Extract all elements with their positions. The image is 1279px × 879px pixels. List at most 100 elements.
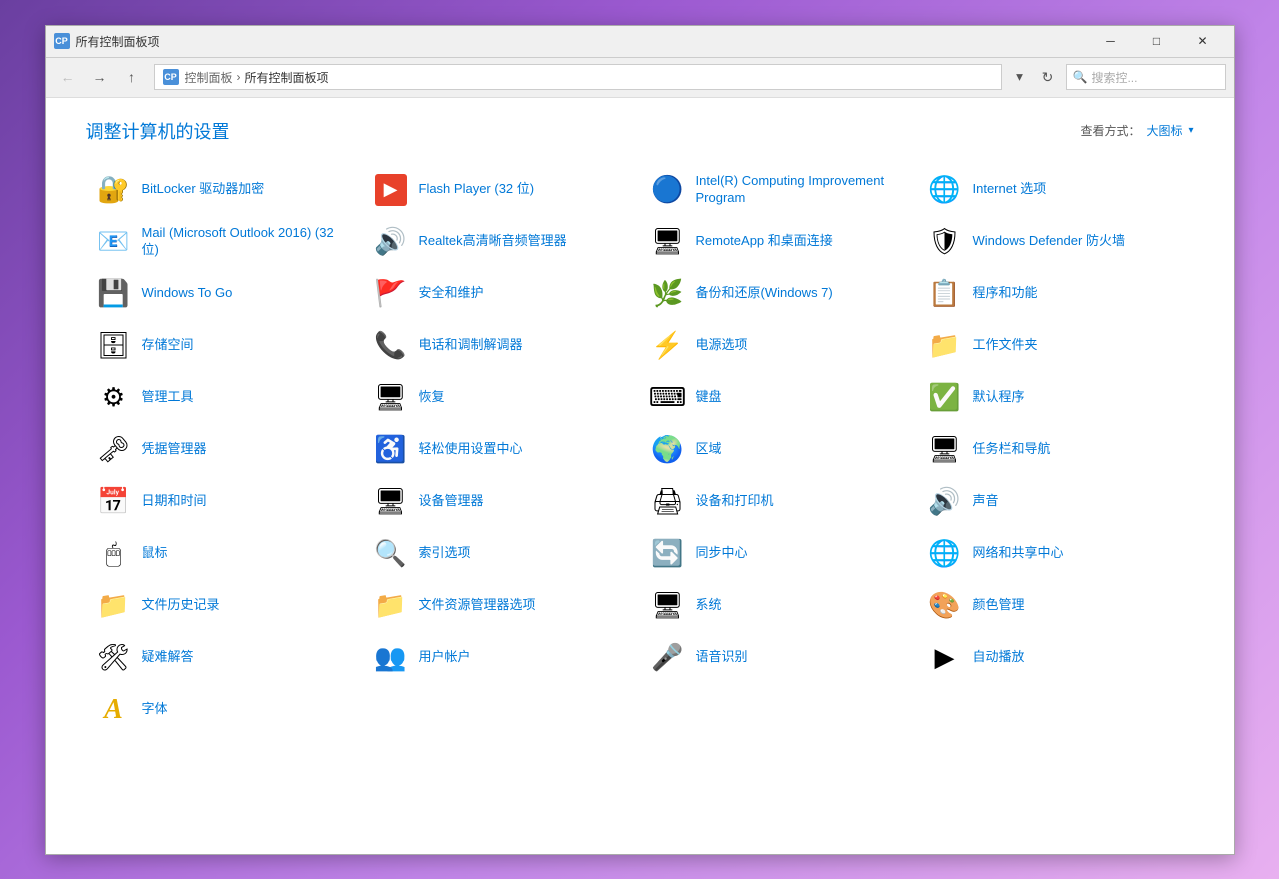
- item-label: 轻松使用设置中心: [419, 441, 523, 458]
- item-label: 文件资源管理器选项: [419, 597, 536, 614]
- breadcrumb-controlpanel[interactable]: 控制面板: [185, 69, 233, 86]
- minimize-button[interactable]: ─: [1088, 25, 1134, 57]
- list-item[interactable]: 🖥 任务栏和导航: [917, 424, 1194, 476]
- item-label: Internet 选项: [973, 181, 1047, 198]
- list-item[interactable]: 📧Mail (Microsoft Outlook 2016) (32 位): [86, 216, 363, 268]
- list-item[interactable]: 🌐Internet 选项: [917, 164, 1194, 216]
- view-mode-button[interactable]: 大图标: [1146, 122, 1182, 139]
- item-label: RemoteApp 和桌面连接: [696, 233, 833, 250]
- list-item[interactable]: ▶ Flash Player (32 位): [363, 164, 640, 216]
- list-item[interactable]: 🔊 声音: [917, 476, 1194, 528]
- list-item[interactable]: ⚡电源选项: [640, 320, 917, 372]
- list-item[interactable]: 📋程序和功能: [917, 268, 1194, 320]
- refresh-button[interactable]: ↻: [1034, 63, 1062, 91]
- list-item[interactable]: 🌿备份和还原(Windows 7): [640, 268, 917, 320]
- item-icon: 👥: [373, 640, 409, 676]
- item-icon: 🖥: [927, 432, 963, 468]
- item-label: 颜色管理: [973, 597, 1025, 614]
- item-icon: 📞: [373, 328, 409, 364]
- item-label: 存储空间: [142, 337, 194, 354]
- content-area: 调整计算机的设置 查看方式： 大图标 ▾ 🔐BitLocker 驱动器加密▶Fl…: [46, 98, 1234, 854]
- item-icon: 📅: [96, 484, 132, 520]
- list-item[interactable]: ⚙管理工具: [86, 372, 363, 424]
- item-label: 键盘: [696, 389, 722, 406]
- search-placeholder: 搜索控...: [1091, 69, 1137, 86]
- item-label: Intel(R) Computing Improvement Program: [696, 173, 907, 207]
- item-label: Flash Player (32 位): [419, 181, 535, 198]
- window-title: 所有控制面板项: [76, 33, 1088, 50]
- list-item[interactable]: 🌍 区域: [640, 424, 917, 476]
- item-icon: ⚡: [650, 328, 686, 364]
- search-icon: 🔍: [1073, 70, 1088, 84]
- item-label: 任务栏和导航: [973, 441, 1051, 458]
- list-item[interactable]: 🖥RemoteApp 和桌面连接: [640, 216, 917, 268]
- item-icon: ▶: [373, 172, 409, 208]
- list-item[interactable]: 📁工作文件夹: [917, 320, 1194, 372]
- list-item[interactable]: ⌨键盘: [640, 372, 917, 424]
- item-icon: 🖨: [650, 484, 686, 520]
- list-item[interactable]: 🖥设备管理器: [363, 476, 640, 528]
- view-options: 查看方式： 大图标 ▾: [1080, 122, 1193, 139]
- item-icon: 📋: [927, 276, 963, 312]
- close-button[interactable]: ✕: [1180, 25, 1226, 57]
- address-bar: CP 控制面板 › 所有控制面板项: [154, 64, 1002, 90]
- list-item[interactable]: 📁文件资源管理器选项: [363, 580, 640, 632]
- list-item[interactable]: 🗄 存储空间: [86, 320, 363, 372]
- list-item[interactable]: ▶自动播放: [917, 632, 1194, 684]
- list-item[interactable]: 🔊 Realtek高清晰音频管理器: [363, 216, 640, 268]
- item-icon: 🔍: [373, 536, 409, 572]
- up-button[interactable]: ↑: [118, 63, 146, 91]
- list-item[interactable]: 💾Windows To Go: [86, 268, 363, 320]
- item-label: 电话和调制解调器: [419, 337, 523, 354]
- list-item[interactable]: 🛡Windows Defender 防火墙: [917, 216, 1194, 268]
- view-chevron-icon[interactable]: ▾: [1188, 125, 1193, 136]
- item-label: BitLocker 驱动器加密: [142, 181, 265, 198]
- list-item[interactable]: A字体: [86, 684, 363, 736]
- list-item[interactable]: 🖥恢复: [363, 372, 640, 424]
- item-label: 日期和时间: [142, 493, 207, 510]
- forward-button[interactable]: →: [86, 63, 114, 91]
- list-item[interactable]: ♿ 轻松使用设置中心: [363, 424, 640, 476]
- list-item[interactable]: 🎤语音识别: [640, 632, 917, 684]
- item-label: 工作文件夹: [973, 337, 1038, 354]
- list-item[interactable]: 🔍索引选项: [363, 528, 640, 580]
- item-label: 自动播放: [973, 649, 1025, 666]
- list-item[interactable]: 🌐网络和共享中心: [917, 528, 1194, 580]
- back-button[interactable]: ←: [54, 63, 82, 91]
- maximize-button[interactable]: □: [1134, 25, 1180, 57]
- list-item[interactable]: 📞 电话和调制解调器: [363, 320, 640, 372]
- item-label: 同步中心: [696, 545, 748, 562]
- search-box[interactable]: 🔍 搜索控...: [1066, 64, 1226, 90]
- list-item[interactable]: 🖱鼠标: [86, 528, 363, 580]
- item-icon: 🖥: [650, 588, 686, 624]
- list-item[interactable]: 🖥系统: [640, 580, 917, 632]
- item-label: 疑难解答: [142, 649, 194, 666]
- list-item[interactable]: 🔐BitLocker 驱动器加密: [86, 164, 363, 216]
- item-icon: 💾: [96, 276, 132, 312]
- list-item[interactable]: 🖨设备和打印机: [640, 476, 917, 528]
- item-label: Realtek高清晰音频管理器: [419, 233, 567, 250]
- list-item[interactable]: 📅 日期和时间: [86, 476, 363, 528]
- item-icon: 📧: [96, 224, 132, 260]
- list-item[interactable]: 📁文件历史记录: [86, 580, 363, 632]
- list-item[interactable]: 🛠疑难解答: [86, 632, 363, 684]
- breadcrumb-sep: ›: [237, 70, 241, 84]
- items-grid: 🔐BitLocker 驱动器加密 ▶ Flash Player (32 位) 🔵Int…: [86, 164, 1194, 736]
- item-icon: 🗄: [96, 328, 132, 364]
- list-item[interactable]: ✅默认程序: [917, 372, 1194, 424]
- list-item[interactable]: 🎨颜色管理: [917, 580, 1194, 632]
- item-icon: 🔊: [927, 484, 963, 520]
- list-item[interactable]: 🔄同步中心: [640, 528, 917, 580]
- address-dropdown-button[interactable]: ▾: [1010, 64, 1030, 90]
- list-item[interactable]: 👥用户帐户: [363, 632, 640, 684]
- item-icon: 🌍: [650, 432, 686, 468]
- address-icon: CP: [163, 69, 179, 85]
- item-icon: ♿: [373, 432, 409, 468]
- item-icon: 🗝: [96, 432, 132, 468]
- item-label: 区域: [696, 441, 722, 458]
- list-item[interactable]: 🔵Intel(R) Computing Improvement Program: [640, 164, 917, 216]
- list-item[interactable]: 🚩安全和维护: [363, 268, 640, 320]
- item-label: 声音: [973, 493, 999, 510]
- item-icon: 🔊: [373, 224, 409, 260]
- list-item[interactable]: 🗝凭据管理器: [86, 424, 363, 476]
